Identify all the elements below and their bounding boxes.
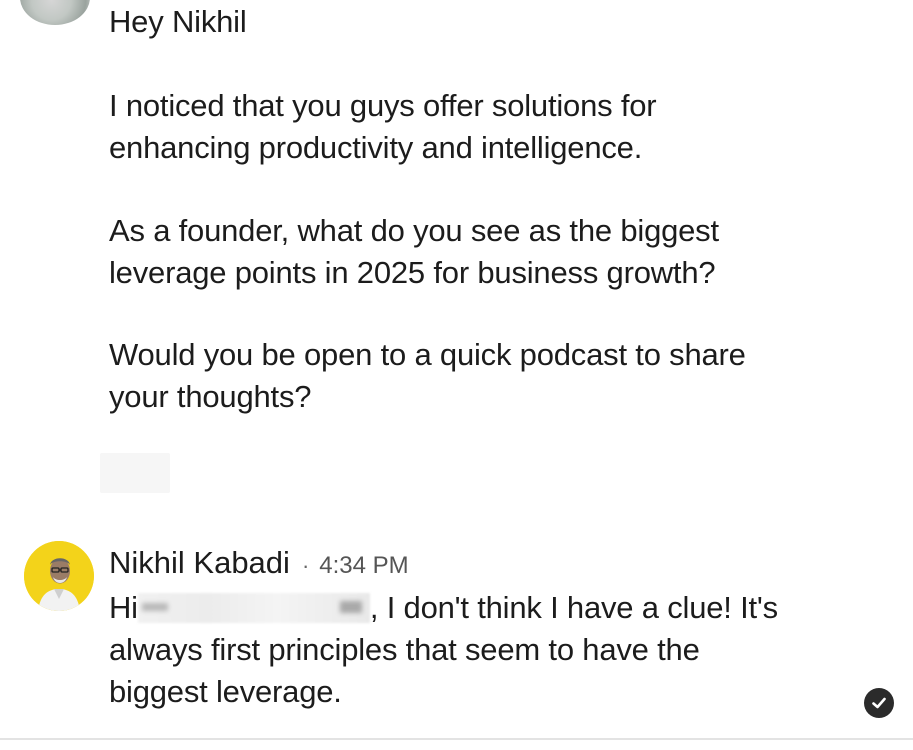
message-line: I noticed that you guys offer solutions …	[109, 88, 657, 123]
message-line: your thoughts?	[109, 379, 312, 414]
message-line: Would you be open to a quick podcast to …	[109, 337, 746, 372]
reply-greeting: Hi	[109, 590, 138, 625]
person-photo-icon	[24, 541, 94, 611]
check-icon	[872, 697, 886, 709]
message-greeting: Hey Nikhil	[109, 1, 889, 43]
divider	[0, 738, 913, 740]
read-receipt-check-icon	[864, 688, 894, 718]
message-line: Hi , I don't think I have a clue! It's	[109, 587, 869, 629]
previous-sender-avatar[interactable]	[20, 0, 90, 25]
sender-avatar[interactable]	[24, 541, 94, 611]
redacted-name	[137, 593, 370, 623]
message-line: biggest leverage.	[109, 674, 342, 709]
message-line: As a founder, what do you see as the big…	[109, 213, 719, 248]
message-line: leverage points in 2025 for business gro…	[109, 255, 716, 290]
message-paragraph-3: Would you be open to a quick podcast to …	[109, 334, 889, 418]
reply-header: Nikhil Kabadi · 4:34 PM	[109, 542, 409, 584]
message-line: Hey Nikhil	[109, 4, 247, 39]
reply-text: , I don't think I have a clue! It's	[369, 590, 778, 625]
separator-dot: ·	[301, 553, 310, 578]
message-timestamp: 4:34 PM	[319, 552, 409, 579]
message-paragraph-2: As a founder, what do you see as the big…	[109, 210, 889, 294]
blank-placeholder	[100, 453, 170, 493]
message-paragraph-1: I noticed that you guys offer solutions …	[109, 85, 889, 169]
reply-message: Hi , I don't think I have a clue! It's al…	[109, 587, 869, 713]
sender-name[interactable]: Nikhil Kabadi	[109, 542, 290, 584]
message-line: enhancing productivity and intelligence.	[109, 130, 643, 165]
message-line: always first principles that seem to hav…	[109, 632, 700, 667]
